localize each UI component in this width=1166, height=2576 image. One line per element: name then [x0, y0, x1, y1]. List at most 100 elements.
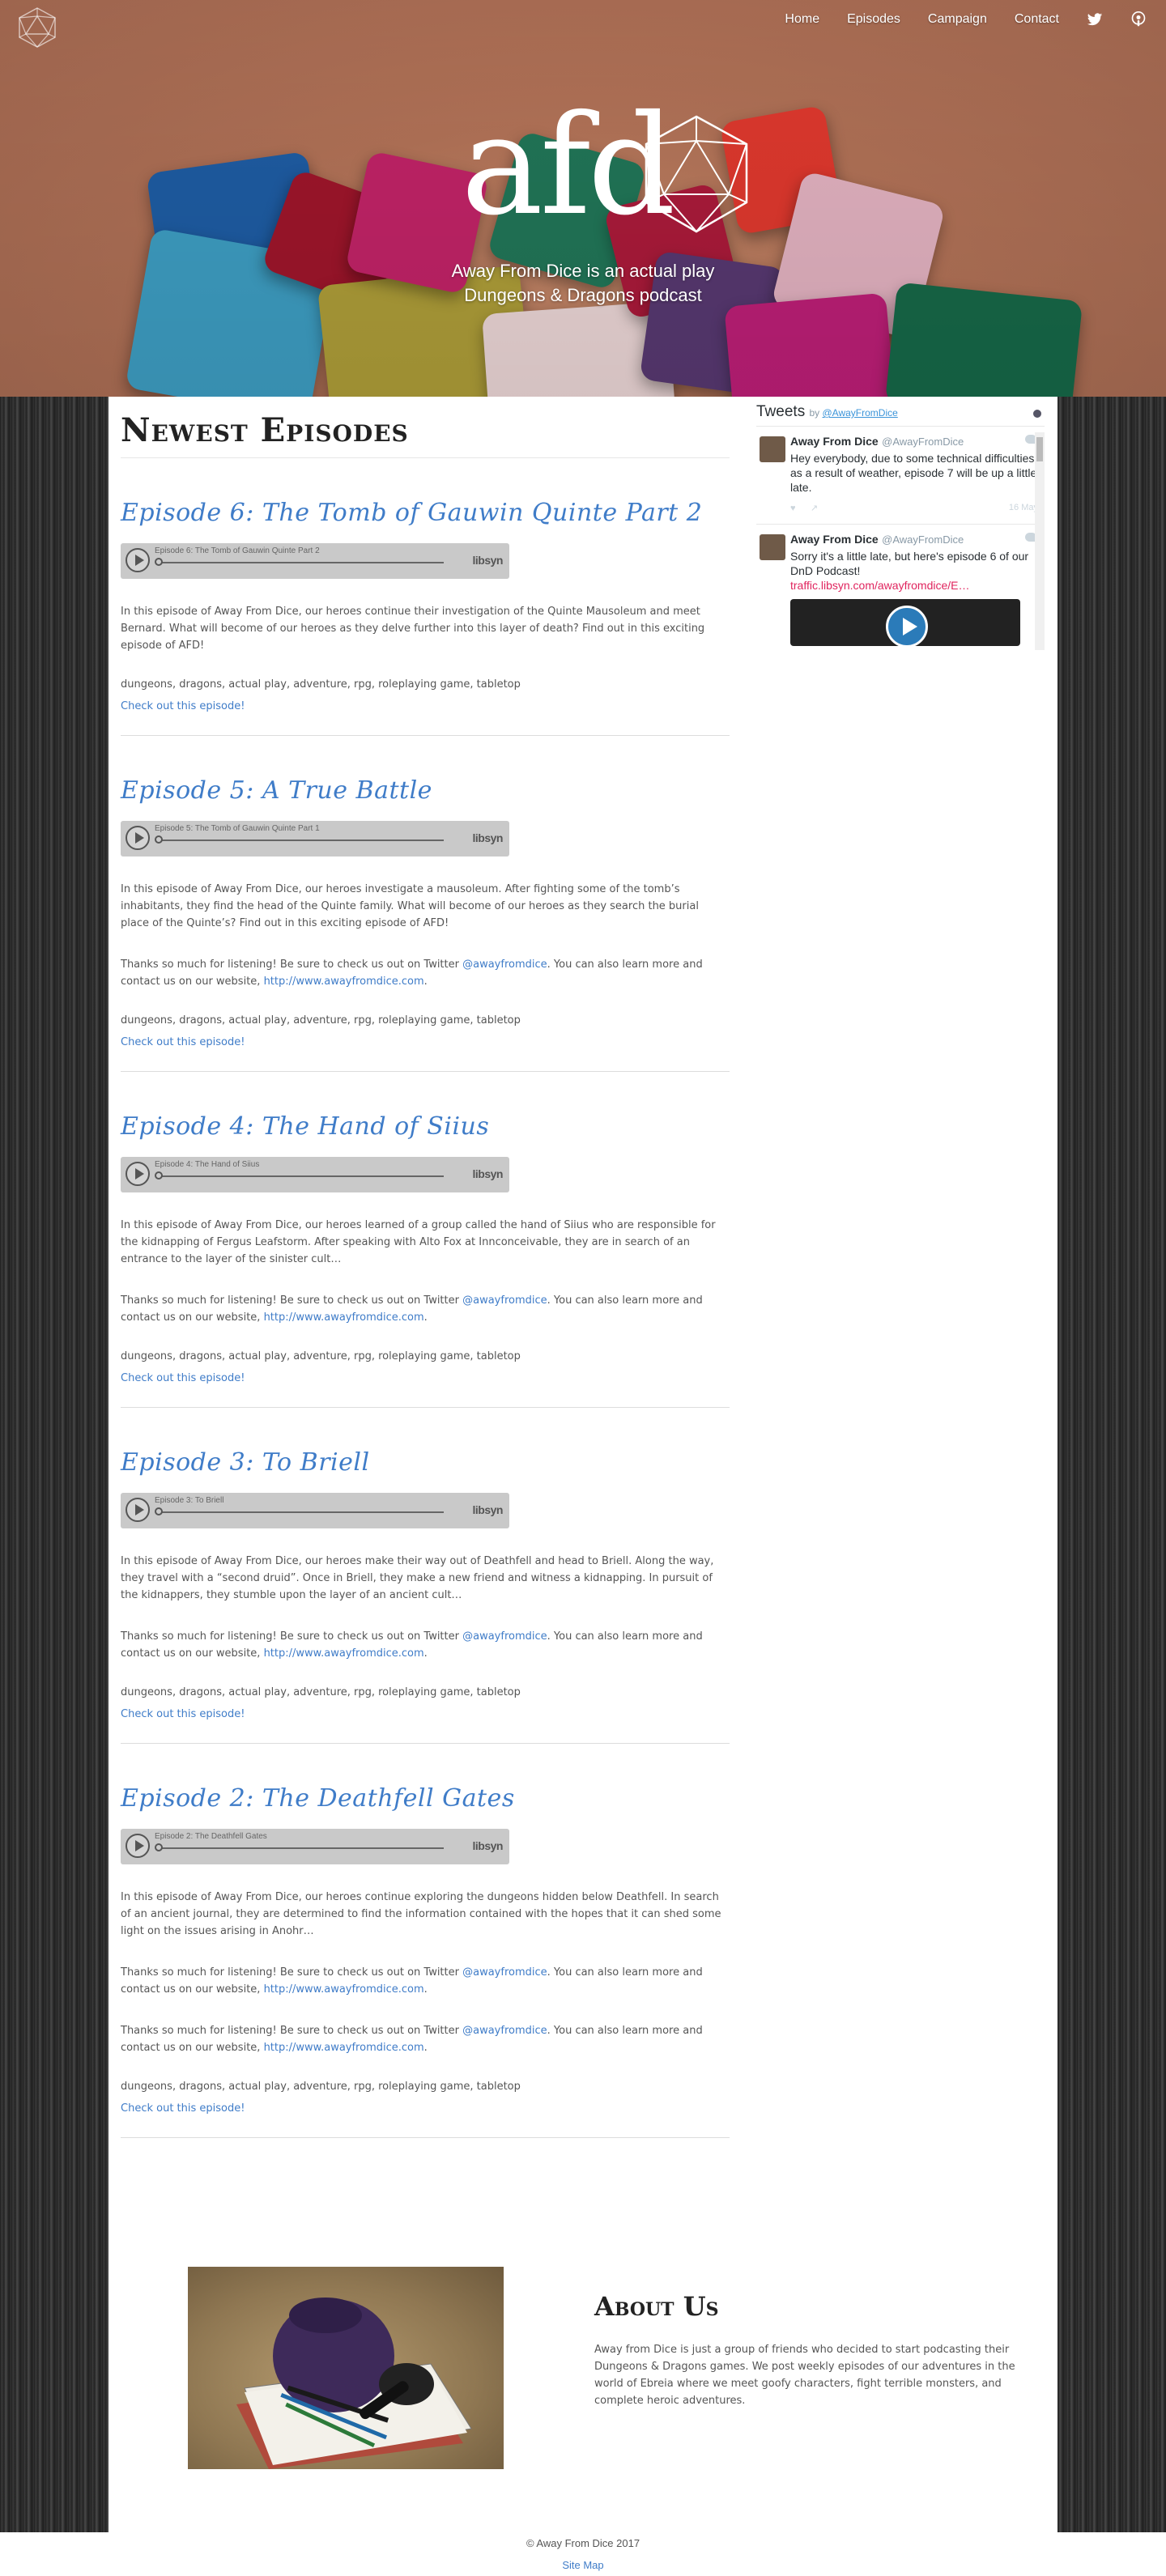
libsyn-logo[interactable]: libsyn [473, 1503, 504, 1516]
nav-episodes[interactable]: Episodes [847, 12, 900, 27]
episode-tags: dungeons, dragons, actual play, adventur… [121, 1686, 521, 1698]
episodes-column: Newest Episodes Episode 6: The Tomb of G… [121, 397, 730, 2138]
audio-player: Episode 2: The Deathfell Gates libsyn [121, 1829, 509, 1864]
play-button[interactable] [126, 826, 150, 850]
main-content-panel: Newest Episodes Episode 6: The Tomb of G… [109, 397, 1057, 2532]
avatar[interactable] [760, 436, 785, 462]
video-play-icon[interactable] [886, 606, 928, 646]
play-button[interactable] [126, 1162, 150, 1186]
tweet[interactable]: Away From Dice @AwayFromDice Sorry it's … [756, 525, 1045, 650]
website-link[interactable]: http://www.awayfromdice.com [264, 976, 424, 988]
podcast-icon[interactable] [1130, 11, 1147, 28]
episode-title[interactable]: Episode 4: The Hand of Siius [121, 1112, 730, 1141]
audio-player: Episode 5: The Tomb of Gauwin Quinte Par… [121, 821, 509, 857]
episode-link[interactable]: Check out this episode! [121, 700, 730, 712]
play-button[interactable] [126, 1834, 150, 1858]
twitter-icon[interactable] [1087, 11, 1103, 28]
scroll-thumb[interactable] [1036, 437, 1043, 461]
play-button[interactable] [126, 548, 150, 572]
player-title: Episode 5: The Tomb of Gauwin Quinte Par… [155, 824, 320, 833]
progress-track[interactable] [156, 1847, 444, 1849]
tweets-title: Tweets [756, 403, 806, 420]
episode-description: In this episode of Away From Dice, our h… [121, 1219, 716, 1265]
tweet-handle[interactable]: @AwayFromDice [882, 533, 964, 546]
progress-track[interactable] [156, 562, 444, 563]
play-button[interactable] [126, 1498, 150, 1522]
dice-bag-photo [236, 2298, 472, 2469]
audio-player: Episode 4: The Hand of Siius libsyn [121, 1157, 509, 1192]
site-map-link[interactable]: Site Map [0, 2559, 1166, 2571]
twitter-profile-link[interactable]: @AwayFromDice [823, 407, 898, 419]
avatar[interactable] [760, 534, 785, 560]
progress-track[interactable] [156, 840, 444, 841]
progress-handle[interactable] [155, 1843, 163, 1851]
tweet-author[interactable]: Away From Dice [790, 435, 879, 448]
page-title: Newest Episodes [121, 411, 730, 458]
episode-title[interactable]: Episode 5: A True Battle [121, 776, 730, 805]
tweet-date[interactable]: 16 May [1009, 503, 1038, 512]
nav-home[interactable]: Home [785, 12, 819, 27]
d20-logo-icon[interactable] [16, 6, 58, 49]
tweet-link[interactable]: traffic.libsyn.com/awayfromdice/E… [790, 579, 969, 592]
progress-handle[interactable] [155, 1171, 163, 1180]
progress-handle[interactable] [155, 835, 163, 844]
player-title: Episode 2: The Deathfell Gates [155, 1832, 267, 1841]
twitter-handle-link[interactable]: @awayfromdice [462, 1294, 547, 1307]
libsyn-logo[interactable]: libsyn [473, 554, 504, 567]
tweet-video[interactable] [790, 599, 1020, 646]
nav-contact[interactable]: Contact [1015, 12, 1059, 27]
twitter-handle-link[interactable]: @awayfromdice [462, 2025, 547, 2037]
episode-thanks: Thanks so much for listening! Be sure to… [121, 2022, 730, 2056]
tweet-actions: ♥ ↗ 16 May [790, 503, 1045, 516]
twitter-timeline-widget: Tweets by @AwayFromDice Away From Dice @… [756, 403, 1045, 650]
episode-thanks: Thanks so much for listening! Be sure to… [121, 956, 730, 990]
info-icon[interactable] [1033, 410, 1041, 418]
episode-title[interactable]: Episode 3: To Briell [121, 1448, 730, 1477]
byline-text: by [809, 407, 823, 419]
twitter-handle-link[interactable]: @awayfromdice [462, 1630, 547, 1643]
twitter-handle-link[interactable]: @awayfromdice [462, 1966, 547, 1979]
thanks-text: . [423, 1983, 428, 1996]
footer: © Away From Dice 2017 Site Map [0, 2532, 1166, 2576]
website-link[interactable]: http://www.awayfromdice.com [264, 2042, 424, 2054]
audio-player: Episode 3: To Briell libsyn [121, 1493, 509, 1528]
episode-link[interactable]: Check out this episode! [121, 1372, 730, 1384]
nav-campaign[interactable]: Campaign [928, 12, 987, 27]
libsyn-logo[interactable]: libsyn [473, 831, 504, 844]
website-link[interactable]: http://www.awayfromdice.com [264, 1983, 424, 1996]
tweet-author[interactable]: Away From Dice [790, 533, 879, 546]
libsyn-logo[interactable]: libsyn [473, 1167, 504, 1180]
episode-link[interactable]: Check out this episode! [121, 1036, 730, 1048]
episode-link[interactable]: Check out this episode! [121, 2102, 730, 2115]
episode-title[interactable]: Episode 6: The Tomb of Gauwin Quinte Par… [121, 499, 730, 527]
episode-post: Episode 2: The Deathfell Gates Episode 2… [121, 1744, 730, 2138]
episode-post: Episode 4: The Hand of Siius Episode 4: … [121, 1072, 730, 1408]
tweet-handle[interactable]: @AwayFromDice [882, 436, 964, 448]
d20-outline-icon [645, 115, 748, 233]
audio-player: Episode 6: The Tomb of Gauwin Quinte Par… [121, 543, 509, 579]
libsyn-logo[interactable]: libsyn [473, 1839, 504, 1852]
progress-track[interactable] [156, 1511, 444, 1513]
website-link[interactable]: http://www.awayfromdice.com [264, 1647, 424, 1660]
thanks-text: Thanks so much for listening! Be sure to… [121, 2025, 463, 2037]
twitter-handle-link[interactable]: @awayfromdice [462, 959, 547, 971]
tweet-text: Hey everybody, due to some technical dif… [790, 452, 1037, 494]
website-link[interactable]: http://www.awayfromdice.com [264, 1311, 424, 1324]
share-icon[interactable]: ↗ [811, 504, 818, 513]
tagline-line-1: Away From Dice is an actual play [451, 261, 715, 281]
twitter-widget-header: Tweets by @AwayFromDice [756, 403, 1045, 427]
episode-description: In this episode of Away From Dice, our h… [121, 606, 705, 652]
episode-tags: dungeons, dragons, actual play, adventur… [121, 1014, 521, 1027]
progress-handle[interactable] [155, 558, 163, 566]
progress-handle[interactable] [155, 1507, 163, 1515]
widget-scrollbar[interactable] [1035, 432, 1045, 650]
tagline-line-2: Dungeons & Dragons podcast [464, 285, 702, 305]
progress-track[interactable] [156, 1175, 444, 1177]
episode-post: Episode 5: A True Battle Episode 5: The … [121, 736, 730, 1072]
episode-title[interactable]: Episode 2: The Deathfell Gates [121, 1784, 730, 1813]
thanks-text: Thanks so much for listening! Be sure to… [121, 1966, 463, 1979]
heart-icon[interactable]: ♥ [790, 504, 796, 513]
episode-link[interactable]: Check out this episode! [121, 1708, 730, 1720]
thanks-text: Thanks so much for listening! Be sure to… [121, 1630, 463, 1643]
tweet[interactable]: Away From Dice @AwayFromDice Hey everybo… [756, 427, 1045, 525]
